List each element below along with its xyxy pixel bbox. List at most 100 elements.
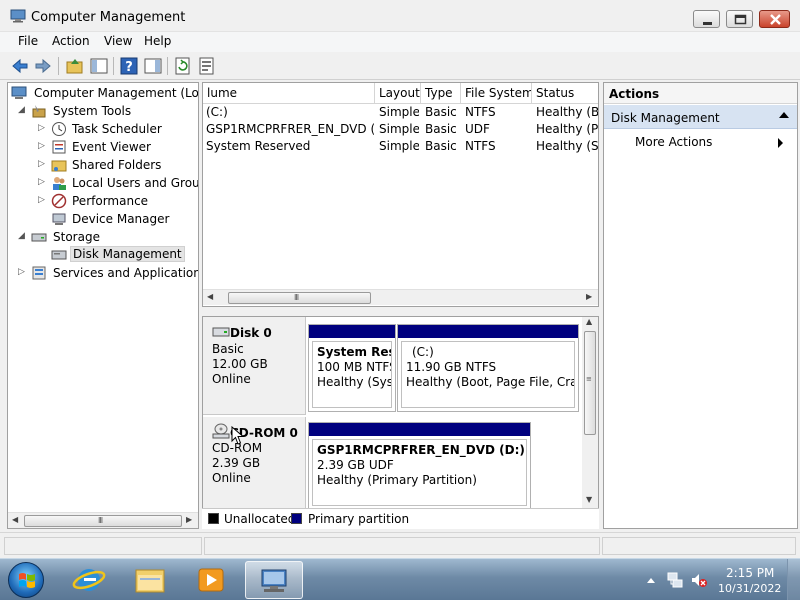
menu-action[interactable]: Action xyxy=(52,34,90,48)
column-header-volume[interactable]: lume xyxy=(203,83,375,104)
scroll-left-icon[interactable]: ◀ xyxy=(12,515,18,524)
disk-management-icon xyxy=(51,250,67,260)
disk-state: Online xyxy=(212,372,251,386)
disk-pane-vertical-scrollbar[interactable]: ▲ ≡ ▼ xyxy=(582,317,598,509)
windows-explorer-icon xyxy=(135,569,165,593)
scroll-grip-vertical: ≡ xyxy=(586,375,592,383)
help-icon[interactable]: ? xyxy=(119,56,139,76)
menu-view[interactable]: View xyxy=(104,34,132,48)
status-bar xyxy=(0,532,800,558)
scroll-down-icon[interactable]: ▼ xyxy=(586,495,592,504)
partition-d-drive[interactable]: GSP1RMCPRFRER_EN_DVD (D:) 2.39 GB UDF He… xyxy=(308,422,531,510)
scroll-left-icon[interactable]: ◀ xyxy=(207,292,213,301)
primary-partition-swatch xyxy=(291,513,302,524)
tree-item-system-tools[interactable]: ◢ System Tools xyxy=(8,102,198,120)
taskbar-computer-management[interactable] xyxy=(245,561,303,599)
menu-file[interactable]: File xyxy=(18,34,38,48)
toolbar-separator xyxy=(167,57,168,75)
back-arrow-icon[interactable] xyxy=(10,56,30,76)
tree-item-shared-folders[interactable]: ▷ Shared Folders xyxy=(8,156,198,174)
show-hidden-icons-icon[interactable] xyxy=(646,575,656,585)
forward-arrow-icon[interactable] xyxy=(33,56,53,76)
tree-item-device-manager[interactable]: Device Manager xyxy=(8,210,198,228)
partition-status: Healthy (Syste xyxy=(317,375,391,389)
partition-size: 100 MB NTFS xyxy=(317,360,392,374)
tree-item-disk-management[interactable]: Disk Management xyxy=(8,246,198,264)
menu-help[interactable]: Help xyxy=(144,34,171,48)
disk-legend: Unallocated Primary partition xyxy=(202,508,599,529)
network-icon[interactable] xyxy=(666,571,684,589)
refresh-icon[interactable] xyxy=(173,56,193,76)
actions-pane: Actions Disk Management More Actions xyxy=(603,82,798,529)
column-header-status[interactable]: Status xyxy=(532,83,598,104)
show-hide-action-pane-icon[interactable] xyxy=(143,56,163,76)
clock-time[interactable]: 2:15 PM xyxy=(726,566,774,580)
cdrom-0-info[interactable]: CD-ROM 0 CD-ROM 2.39 GB Online xyxy=(203,417,306,509)
tree-item-local-users[interactable]: ▷ Local Users and Groups xyxy=(8,174,198,192)
title-bar: Computer Management xyxy=(0,0,800,32)
expanded-arrow-icon[interactable]: ◢ xyxy=(18,105,26,115)
volume-list-horizontal-scrollbar[interactable]: ◀ III ▶ xyxy=(203,289,598,305)
clock-date[interactable]: 10/31/2022 xyxy=(718,582,781,595)
tree-item-computer-management[interactable]: Computer Management (Local xyxy=(8,84,198,102)
taskbar-media-player[interactable] xyxy=(182,561,240,599)
column-header-file-system[interactable]: File System xyxy=(461,83,532,104)
tree-item-storage[interactable]: ◢ Storage xyxy=(8,228,198,246)
status-cell xyxy=(602,537,796,555)
scroll-thumb[interactable]: III xyxy=(228,292,371,304)
volume-muted-icon[interactable] xyxy=(690,571,708,589)
legend-unallocated-label: Unallocated xyxy=(224,512,296,526)
properties-icon[interactable] xyxy=(197,56,217,76)
disk-0-info[interactable]: Disk 0 Basic 12.00 GB Online xyxy=(203,317,306,415)
scroll-thumb[interactable]: ≡ xyxy=(584,331,596,435)
tree-item-performance[interactable]: ▷ Performance xyxy=(8,192,198,210)
device-manager-icon xyxy=(52,213,66,225)
actions-section-label: Disk Management xyxy=(611,111,720,125)
column-header-type[interactable]: Type xyxy=(421,83,461,104)
show-hide-tree-icon[interactable] xyxy=(89,56,109,76)
expanded-arrow-icon[interactable]: ◢ xyxy=(18,231,26,241)
maximize-button[interactable] xyxy=(726,10,753,28)
up-folder-icon[interactable] xyxy=(65,56,85,76)
partition-header-bar xyxy=(309,423,530,436)
collapse-up-icon[interactable] xyxy=(779,112,789,118)
volume-file-system: NTFS xyxy=(465,105,496,119)
scroll-up-icon[interactable]: ▲ xyxy=(586,317,592,326)
submenu-arrow-icon[interactable] xyxy=(778,138,783,148)
collapsed-arrow-icon[interactable]: ▷ xyxy=(38,177,46,187)
start-button[interactable] xyxy=(8,562,44,598)
actions-section-disk-management[interactable]: Disk Management xyxy=(604,105,797,129)
console-tree-pane: Computer Management (Local ◢ System Tool… xyxy=(7,82,199,529)
scroll-grip: III xyxy=(98,516,103,525)
more-actions-link[interactable]: More Actions xyxy=(635,135,712,149)
taskbar-windows-explorer[interactable] xyxy=(121,561,179,599)
tree-item-services-applications[interactable]: ▷ Services and Applications xyxy=(8,264,198,282)
collapsed-arrow-icon[interactable]: ▷ xyxy=(38,141,46,151)
column-header-layout[interactable]: Layout xyxy=(375,83,421,104)
scroll-thumb[interactable]: III xyxy=(24,515,182,527)
taskbar-internet-explorer[interactable] xyxy=(60,561,118,599)
collapsed-arrow-icon[interactable]: ▷ xyxy=(38,159,46,169)
partition-status: Healthy (Boot, Page File, Crash xyxy=(406,375,575,389)
shared-folder-icon xyxy=(51,160,67,172)
scroll-right-icon[interactable]: ▶ xyxy=(586,292,592,301)
legend-primary-label: Primary partition xyxy=(308,512,410,526)
volume-name: System Reserved xyxy=(206,139,311,153)
volume-type: Basic xyxy=(425,122,457,136)
partition-c-drive[interactable]: (C:) 11.90 GB NTFS Healthy (Boot, Page F… xyxy=(397,324,579,412)
storage-icon xyxy=(31,233,47,242)
scroll-right-icon[interactable]: ▶ xyxy=(186,515,192,524)
tree-item-event-viewer[interactable]: ▷ Event Viewer xyxy=(8,138,198,156)
tree-horizontal-scrollbar[interactable]: ◀ III ▶ xyxy=(8,512,198,528)
minimize-button[interactable] xyxy=(693,10,720,28)
partition-system-reserved[interactable]: System Rese 100 MB NTFS Healthy (Syste xyxy=(308,324,396,412)
close-button[interactable] xyxy=(759,10,790,28)
volume-status: Healthy (Bo xyxy=(536,105,598,119)
volume-file-system: NTFS xyxy=(465,139,496,153)
collapsed-arrow-icon[interactable]: ▷ xyxy=(38,195,46,205)
collapsed-arrow-icon[interactable]: ▷ xyxy=(18,267,26,277)
tree-item-task-scheduler[interactable]: ▷ Task Scheduler xyxy=(8,120,198,138)
collapsed-arrow-icon[interactable]: ▷ xyxy=(38,123,46,133)
partition-size: 2.39 GB UDF xyxy=(317,458,394,472)
show-desktop-button[interactable] xyxy=(787,559,800,600)
